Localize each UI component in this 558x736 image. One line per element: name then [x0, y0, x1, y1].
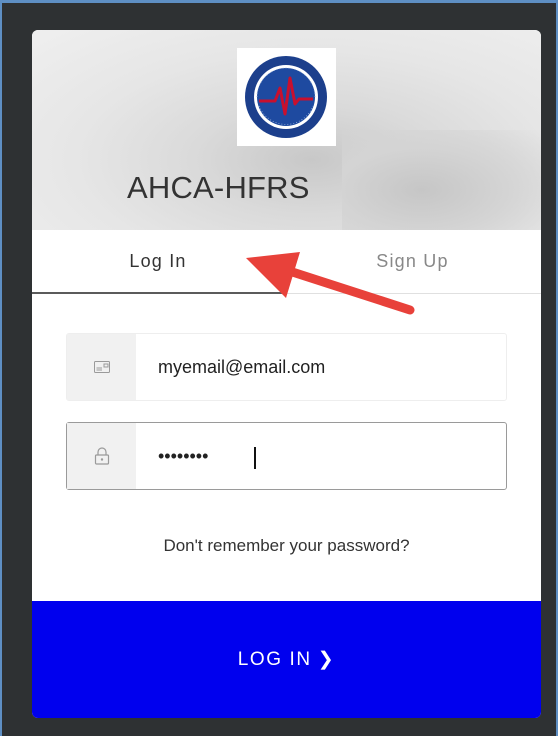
app-title: AHCA-HFRS: [127, 170, 310, 205]
tab-sign-up[interactable]: Sign Up: [284, 230, 541, 294]
envelope-card-icon: [67, 334, 136, 400]
agency-seal-icon: [237, 48, 336, 146]
password-input[interactable]: [136, 423, 506, 489]
lock-icon: [67, 423, 136, 489]
password-field: [66, 422, 507, 490]
text-cursor: [254, 447, 256, 469]
email-field: [66, 333, 507, 401]
tab-log-in[interactable]: Log In: [32, 230, 284, 294]
log-in-button-label: LOG IN: [237, 648, 312, 670]
card-header: AHCA-HFRS: [32, 30, 541, 230]
window-frame-top: [0, 0, 558, 3]
auth-tabs: Log In Sign Up: [32, 230, 541, 295]
login-card: AHCA-HFRS Log In Sign Up Don't remember: [32, 30, 541, 718]
log-in-button[interactable]: LOG IN ❯: [32, 601, 541, 718]
window-frame-left: [0, 0, 2, 736]
chevron-right-icon: ❯: [317, 649, 336, 670]
forgot-password-link[interactable]: Don't remember your password?: [32, 536, 541, 556]
email-input[interactable]: [136, 334, 506, 400]
